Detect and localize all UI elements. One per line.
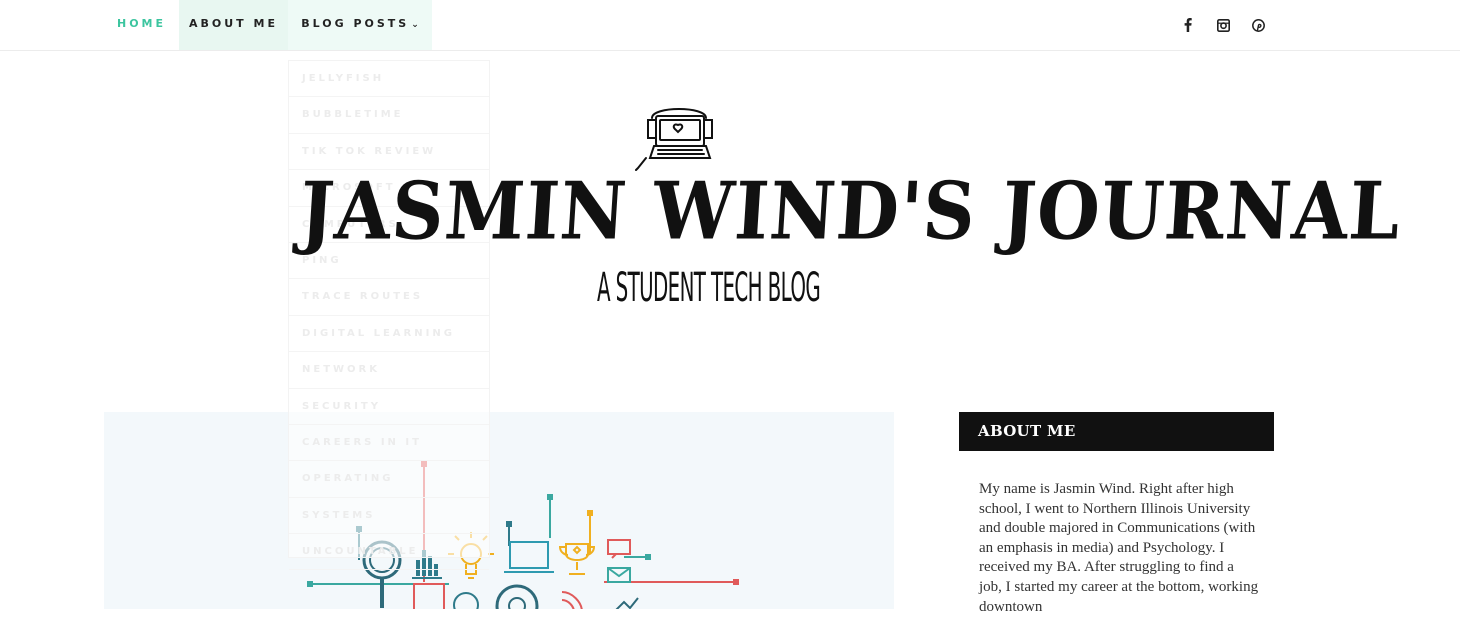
blog-tagline: A STUDENT TECH BLOG (597, 263, 821, 311)
pinterest-icon[interactable] (1248, 15, 1268, 35)
top-navigation: HOME ABOUT ME BLOG POSTS ⌄ (0, 0, 1460, 51)
dropdown-item[interactable]: SYSTEMS (289, 498, 489, 535)
blog-title[interactable]: JASMIN WIND'S JOURNAL (297, 164, 1404, 258)
dropdown-item[interactable]: SECURITY (289, 389, 489, 425)
nav-about-me[interactable]: ABOUT ME (179, 0, 288, 50)
nav-home[interactable]: HOME (104, 0, 179, 50)
dropdown-item[interactable]: JELLYFISH (289, 61, 489, 98)
about-me-widget-title: ABOUT ME (959, 412, 1274, 451)
about-me-text: My name is Jasmin Wind. Right after high… (979, 481, 1259, 615)
tech-icons-illustration (307, 461, 739, 609)
facebook-icon[interactable] (1178, 15, 1198, 35)
nav-blog-posts[interactable]: BLOG POSTS ⌄ (288, 0, 432, 50)
dropdown-item[interactable]: NETWORK (289, 352, 489, 389)
dropdown-item[interactable]: DIGITAL LEARNING (289, 316, 489, 353)
dropdown-item[interactable]: UNCOUNTABLE (289, 534, 489, 571)
dropdown-item[interactable]: OPERATING (289, 461, 489, 498)
dropdown-item[interactable]: TRACE ROUTES (289, 279, 489, 316)
featured-post-image[interactable] (104, 412, 894, 609)
dropdown-item[interactable]: CAREERS IN IT (289, 425, 489, 462)
chevron-down-icon: ⌄ (411, 20, 419, 30)
nav-blog-posts-label: BLOG POSTS (301, 17, 410, 30)
instagram-icon[interactable] (1213, 15, 1233, 35)
